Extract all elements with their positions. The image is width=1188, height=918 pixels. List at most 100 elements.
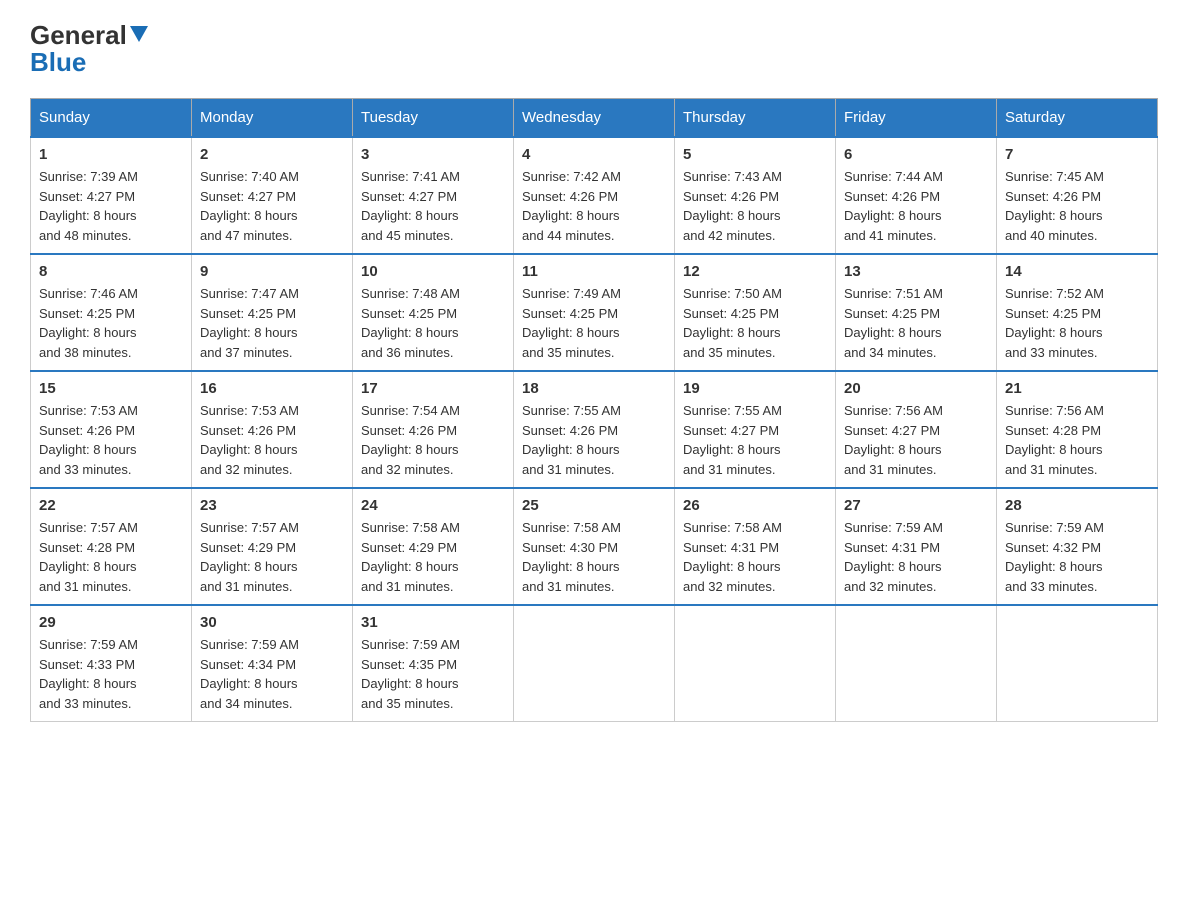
calendar-cell: 30 Sunrise: 7:59 AM Sunset: 4:34 PM Dayl… (192, 605, 353, 722)
day-info: Sunrise: 7:54 AM Sunset: 4:26 PM Dayligh… (361, 401, 505, 479)
day-info: Sunrise: 7:58 AM Sunset: 4:30 PM Dayligh… (522, 518, 666, 596)
day-info: Sunrise: 7:43 AM Sunset: 4:26 PM Dayligh… (683, 167, 827, 245)
calendar-cell: 1 Sunrise: 7:39 AM Sunset: 4:27 PM Dayli… (31, 137, 192, 254)
calendar-cell: 29 Sunrise: 7:59 AM Sunset: 4:33 PM Dayl… (31, 605, 192, 722)
calendar-cell: 26 Sunrise: 7:58 AM Sunset: 4:31 PM Dayl… (675, 488, 836, 605)
day-info: Sunrise: 7:56 AM Sunset: 4:27 PM Dayligh… (844, 401, 988, 479)
day-info: Sunrise: 7:47 AM Sunset: 4:25 PM Dayligh… (200, 284, 344, 362)
day-number: 2 (200, 146, 344, 163)
day-number: 16 (200, 380, 344, 397)
day-info: Sunrise: 7:57 AM Sunset: 4:29 PM Dayligh… (200, 518, 344, 596)
week-row-5: 29 Sunrise: 7:59 AM Sunset: 4:33 PM Dayl… (31, 605, 1158, 722)
day-number: 29 (39, 614, 183, 631)
day-info: Sunrise: 7:40 AM Sunset: 4:27 PM Dayligh… (200, 167, 344, 245)
day-info: Sunrise: 7:39 AM Sunset: 4:27 PM Dayligh… (39, 167, 183, 245)
day-number: 20 (844, 380, 988, 397)
calendar-cell: 17 Sunrise: 7:54 AM Sunset: 4:26 PM Dayl… (353, 371, 514, 488)
day-header-friday: Friday (836, 99, 997, 138)
logo-arrow-icon (130, 26, 148, 47)
calendar-cell (514, 605, 675, 722)
day-header-wednesday: Wednesday (514, 99, 675, 138)
day-number: 30 (200, 614, 344, 631)
day-number: 11 (522, 263, 666, 280)
calendar-table: SundayMondayTuesdayWednesdayThursdayFrid… (30, 98, 1158, 722)
day-header-monday: Monday (192, 99, 353, 138)
day-number: 4 (522, 146, 666, 163)
calendar-cell: 19 Sunrise: 7:55 AM Sunset: 4:27 PM Dayl… (675, 371, 836, 488)
day-number: 22 (39, 497, 183, 514)
calendar-cell: 11 Sunrise: 7:49 AM Sunset: 4:25 PM Dayl… (514, 254, 675, 371)
week-row-4: 22 Sunrise: 7:57 AM Sunset: 4:28 PM Dayl… (31, 488, 1158, 605)
week-row-1: 1 Sunrise: 7:39 AM Sunset: 4:27 PM Dayli… (31, 137, 1158, 254)
day-info: Sunrise: 7:59 AM Sunset: 4:35 PM Dayligh… (361, 635, 505, 713)
calendar-cell: 8 Sunrise: 7:46 AM Sunset: 4:25 PM Dayli… (31, 254, 192, 371)
logo: General Blue (30, 20, 148, 78)
day-info: Sunrise: 7:56 AM Sunset: 4:28 PM Dayligh… (1005, 401, 1149, 479)
day-number: 25 (522, 497, 666, 514)
day-number: 10 (361, 263, 505, 280)
calendar-cell: 5 Sunrise: 7:43 AM Sunset: 4:26 PM Dayli… (675, 137, 836, 254)
day-header-thursday: Thursday (675, 99, 836, 138)
logo-blue: Blue (30, 47, 86, 78)
day-number: 13 (844, 263, 988, 280)
day-number: 26 (683, 497, 827, 514)
day-info: Sunrise: 7:59 AM Sunset: 4:33 PM Dayligh… (39, 635, 183, 713)
day-info: Sunrise: 7:49 AM Sunset: 4:25 PM Dayligh… (522, 284, 666, 362)
day-number: 6 (844, 146, 988, 163)
day-number: 21 (1005, 380, 1149, 397)
calendar-header: SundayMondayTuesdayWednesdayThursdayFrid… (31, 99, 1158, 138)
day-number: 15 (39, 380, 183, 397)
calendar-cell: 22 Sunrise: 7:57 AM Sunset: 4:28 PM Dayl… (31, 488, 192, 605)
day-info: Sunrise: 7:41 AM Sunset: 4:27 PM Dayligh… (361, 167, 505, 245)
day-info: Sunrise: 7:59 AM Sunset: 4:32 PM Dayligh… (1005, 518, 1149, 596)
calendar-cell: 15 Sunrise: 7:53 AM Sunset: 4:26 PM Dayl… (31, 371, 192, 488)
calendar-cell: 2 Sunrise: 7:40 AM Sunset: 4:27 PM Dayli… (192, 137, 353, 254)
calendar-cell: 12 Sunrise: 7:50 AM Sunset: 4:25 PM Dayl… (675, 254, 836, 371)
calendar-cell (997, 605, 1158, 722)
day-info: Sunrise: 7:59 AM Sunset: 4:34 PM Dayligh… (200, 635, 344, 713)
day-number: 19 (683, 380, 827, 397)
day-number: 3 (361, 146, 505, 163)
calendar-cell: 24 Sunrise: 7:58 AM Sunset: 4:29 PM Dayl… (353, 488, 514, 605)
day-info: Sunrise: 7:50 AM Sunset: 4:25 PM Dayligh… (683, 284, 827, 362)
calendar-cell: 20 Sunrise: 7:56 AM Sunset: 4:27 PM Dayl… (836, 371, 997, 488)
page-header: General Blue (30, 20, 1158, 78)
day-number: 24 (361, 497, 505, 514)
day-number: 28 (1005, 497, 1149, 514)
day-info: Sunrise: 7:53 AM Sunset: 4:26 PM Dayligh… (39, 401, 183, 479)
day-number: 27 (844, 497, 988, 514)
day-number: 5 (683, 146, 827, 163)
calendar-cell: 13 Sunrise: 7:51 AM Sunset: 4:25 PM Dayl… (836, 254, 997, 371)
day-info: Sunrise: 7:58 AM Sunset: 4:29 PM Dayligh… (361, 518, 505, 596)
day-number: 18 (522, 380, 666, 397)
calendar-cell: 28 Sunrise: 7:59 AM Sunset: 4:32 PM Dayl… (997, 488, 1158, 605)
day-info: Sunrise: 7:55 AM Sunset: 4:27 PM Dayligh… (683, 401, 827, 479)
calendar-cell: 6 Sunrise: 7:44 AM Sunset: 4:26 PM Dayli… (836, 137, 997, 254)
day-number: 8 (39, 263, 183, 280)
day-info: Sunrise: 7:51 AM Sunset: 4:25 PM Dayligh… (844, 284, 988, 362)
day-header-tuesday: Tuesday (353, 99, 514, 138)
week-row-3: 15 Sunrise: 7:53 AM Sunset: 4:26 PM Dayl… (31, 371, 1158, 488)
day-info: Sunrise: 7:52 AM Sunset: 4:25 PM Dayligh… (1005, 284, 1149, 362)
day-number: 23 (200, 497, 344, 514)
calendar-body: 1 Sunrise: 7:39 AM Sunset: 4:27 PM Dayli… (31, 137, 1158, 722)
calendar-cell: 27 Sunrise: 7:59 AM Sunset: 4:31 PM Dayl… (836, 488, 997, 605)
calendar-cell: 10 Sunrise: 7:48 AM Sunset: 4:25 PM Dayl… (353, 254, 514, 371)
day-info: Sunrise: 7:42 AM Sunset: 4:26 PM Dayligh… (522, 167, 666, 245)
week-row-2: 8 Sunrise: 7:46 AM Sunset: 4:25 PM Dayli… (31, 254, 1158, 371)
day-info: Sunrise: 7:59 AM Sunset: 4:31 PM Dayligh… (844, 518, 988, 596)
calendar-cell: 21 Sunrise: 7:56 AM Sunset: 4:28 PM Dayl… (997, 371, 1158, 488)
day-number: 9 (200, 263, 344, 280)
day-info: Sunrise: 7:44 AM Sunset: 4:26 PM Dayligh… (844, 167, 988, 245)
calendar-cell: 31 Sunrise: 7:59 AM Sunset: 4:35 PM Dayl… (353, 605, 514, 722)
calendar-cell: 18 Sunrise: 7:55 AM Sunset: 4:26 PM Dayl… (514, 371, 675, 488)
calendar-cell (836, 605, 997, 722)
day-info: Sunrise: 7:57 AM Sunset: 4:28 PM Dayligh… (39, 518, 183, 596)
day-number: 14 (1005, 263, 1149, 280)
calendar-cell: 25 Sunrise: 7:58 AM Sunset: 4:30 PM Dayl… (514, 488, 675, 605)
calendar-cell: 3 Sunrise: 7:41 AM Sunset: 4:27 PM Dayli… (353, 137, 514, 254)
day-info: Sunrise: 7:45 AM Sunset: 4:26 PM Dayligh… (1005, 167, 1149, 245)
day-number: 12 (683, 263, 827, 280)
day-number: 31 (361, 614, 505, 631)
day-info: Sunrise: 7:48 AM Sunset: 4:25 PM Dayligh… (361, 284, 505, 362)
